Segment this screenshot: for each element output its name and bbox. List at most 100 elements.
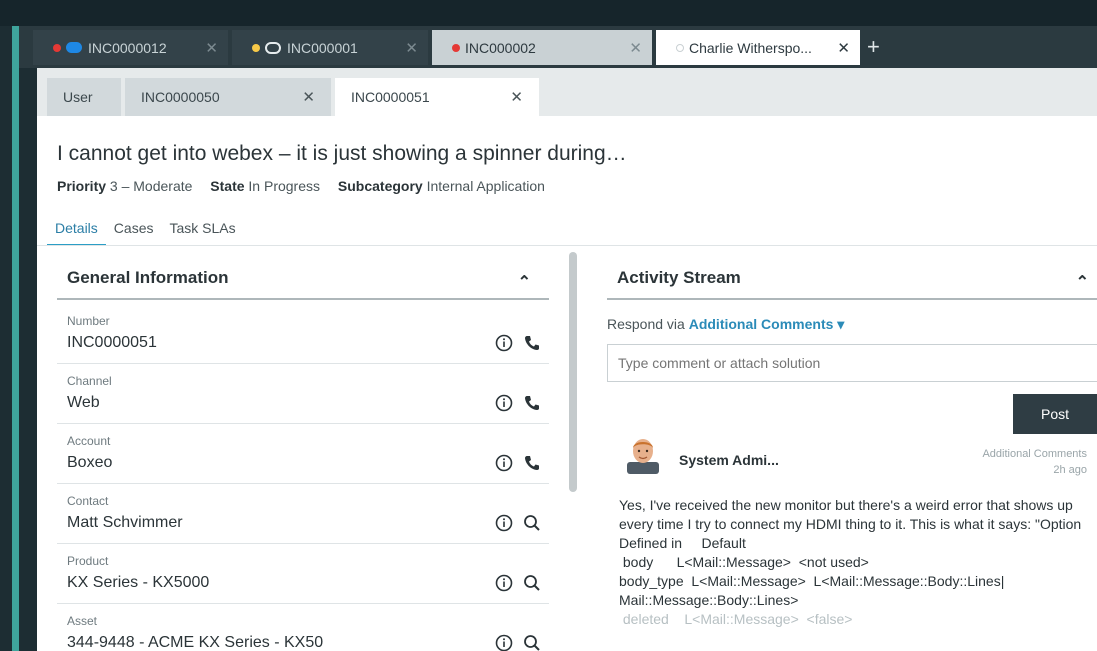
close-icon[interactable]: ✕ [405, 39, 418, 57]
close-icon[interactable]: ✕ [205, 39, 218, 57]
info-icon[interactable] [495, 454, 513, 472]
workspace-tab-label: INC0000012 [88, 39, 167, 56]
tab-details[interactable]: Details [47, 216, 106, 246]
workspace-tab-inc0000012[interactable]: INC0000012 ✕ [33, 30, 228, 65]
field-contact: Contact Matt Schvimmer [57, 484, 549, 544]
workspace-tab-strip: INC0000012 ✕ INC000001 ✕ INC000002 ✕ Cha… [19, 26, 1097, 68]
post-button[interactable]: Post [1013, 394, 1097, 434]
state-label: State [210, 178, 245, 194]
avatar [627, 439, 659, 474]
tab-task-slas[interactable]: Task SLAs [161, 216, 243, 246]
priority-value: 3 – Moderate [109, 178, 193, 194]
record-meta: Priority 3 – Moderate State In Progress … [57, 178, 545, 194]
comment-line: body L<Mail::Message> <not used> [619, 554, 869, 570]
subtab-inc0000051[interactable]: INC0000051 ✕ [335, 78, 539, 116]
info-icon[interactable] [495, 634, 513, 651]
section-title: General Information [67, 268, 229, 287]
field-actions [495, 454, 541, 472]
subcategory-value: Internal Application [426, 178, 545, 194]
field-actions [495, 394, 541, 412]
phone-icon[interactable] [523, 454, 541, 472]
close-icon[interactable]: ✕ [629, 39, 642, 57]
activity-stream-panel: Activity Stream ⌃ Respond via Additional… [607, 246, 1097, 651]
workspace-edge-accent [12, 26, 19, 651]
comment-meta: Additional Comments 2h ago [982, 446, 1087, 478]
workspace-tab-label: INC000001 [287, 39, 358, 56]
phone-icon[interactable] [523, 394, 541, 412]
search-icon[interactable] [523, 514, 541, 532]
scrollbar[interactable] [569, 252, 577, 492]
chevron-up-icon[interactable]: ⌃ [518, 272, 531, 292]
field-value: KX Series - KX5000 [67, 574, 210, 591]
field-channel: Channel Web [57, 364, 549, 424]
record-nav-tabs: Details Cases Task SLAs [47, 216, 244, 246]
field-value: Web [67, 394, 100, 411]
comment-time: 2h ago [1053, 464, 1087, 476]
info-icon[interactable] [495, 334, 513, 352]
search-icon[interactable] [523, 634, 541, 651]
workspace-tab-label: Charlie Witherspo... [689, 39, 812, 56]
comment-line: Mail::Message::Body::Lines> [619, 592, 799, 608]
close-icon[interactable]: ✕ [302, 88, 315, 106]
state-value: In Progress [248, 178, 321, 194]
status-dot-icon [252, 43, 260, 52]
field-label: Contact [67, 494, 109, 508]
field-label: Asset [67, 614, 98, 628]
subtab-label: INC0000050 [141, 89, 220, 105]
respond-option-label: Additional Comments [688, 316, 834, 332]
status-dot-icon [53, 43, 61, 52]
caret-down-icon: ▾ [837, 316, 845, 332]
phone-icon[interactable] [523, 334, 541, 352]
tab-cases[interactable]: Cases [106, 216, 162, 246]
top-bar [0, 0, 1097, 26]
field-value: Matt Schvimmer [67, 514, 183, 531]
subcategory-label: Subcategory [337, 178, 423, 194]
respond-prefix: Respond via [607, 316, 685, 332]
record-tab-strip: User INC0000050 ✕ INC0000051 ✕ [37, 68, 1097, 116]
chat-solid-icon [66, 42, 82, 53]
general-information-header[interactable]: General Information ⌃ [57, 258, 549, 300]
workspace-tab-inc000002[interactable]: INC000002 ✕ [432, 30, 652, 65]
comment-type: Additional Comments [982, 448, 1087, 460]
field-account: Account Boxeo [57, 424, 549, 484]
close-icon[interactable]: ✕ [510, 88, 523, 106]
field-number: Number INC0000051 [57, 304, 549, 364]
comment-input[interactable] [607, 344, 1097, 382]
info-icon[interactable] [495, 574, 513, 592]
general-information-panel: General Information ⌃ Number INC0000051 … [57, 246, 549, 651]
field-label: Account [67, 434, 111, 448]
section-title: Activity Stream [617, 268, 741, 287]
subtab-inc0000050[interactable]: INC0000050 ✕ [125, 78, 331, 116]
activity-stream-header[interactable]: Activity Stream ⌃ [607, 258, 1097, 300]
comment-body: Yes, I've received the new monitor but t… [619, 496, 1097, 629]
field-actions [495, 574, 541, 592]
record-content: I cannot get into webex – it is just sho… [37, 116, 1097, 651]
workspace-tab-inc000001[interactable]: INC000001 ✕ [232, 30, 428, 65]
respond-via: Respond via Additional Comments ▾ [607, 316, 844, 333]
subtab-label: User [63, 89, 93, 105]
field-value: INC0000051 [67, 334, 157, 351]
workspace-tab-label: INC000002 [465, 39, 536, 56]
info-icon[interactable] [495, 514, 513, 532]
status-dot-icon [452, 43, 460, 52]
field-value: 344-9448 - ACME KX Series - KX50 [67, 634, 324, 651]
status-dot-icon [676, 43, 684, 52]
record-title: I cannot get into webex – it is just sho… [57, 142, 627, 165]
comment-line: Yes, I've received the new monitor but t… [619, 497, 1097, 551]
field-asset: Asset 344-9448 - ACME KX Series - KX50 [57, 604, 549, 651]
subtab-user[interactable]: User [47, 78, 121, 116]
field-label: Number [67, 314, 110, 328]
comment-author: System Admi... [679, 452, 779, 468]
field-label: Product [67, 554, 109, 568]
close-icon[interactable]: ✕ [837, 39, 850, 57]
field-label: Channel [67, 374, 112, 388]
respond-option-dropdown[interactable]: Additional Comments ▾ [689, 316, 845, 332]
info-icon[interactable] [495, 394, 513, 412]
field-value: Boxeo [67, 454, 113, 471]
chevron-up-icon[interactable]: ⌃ [1076, 272, 1089, 292]
search-icon[interactable] [523, 574, 541, 592]
new-tab-plus-icon[interactable]: + [867, 34, 880, 60]
priority-label: Priority [57, 178, 107, 194]
workspace-tab-charlie[interactable]: Charlie Witherspo... ✕ [656, 30, 860, 65]
field-actions [495, 634, 541, 651]
